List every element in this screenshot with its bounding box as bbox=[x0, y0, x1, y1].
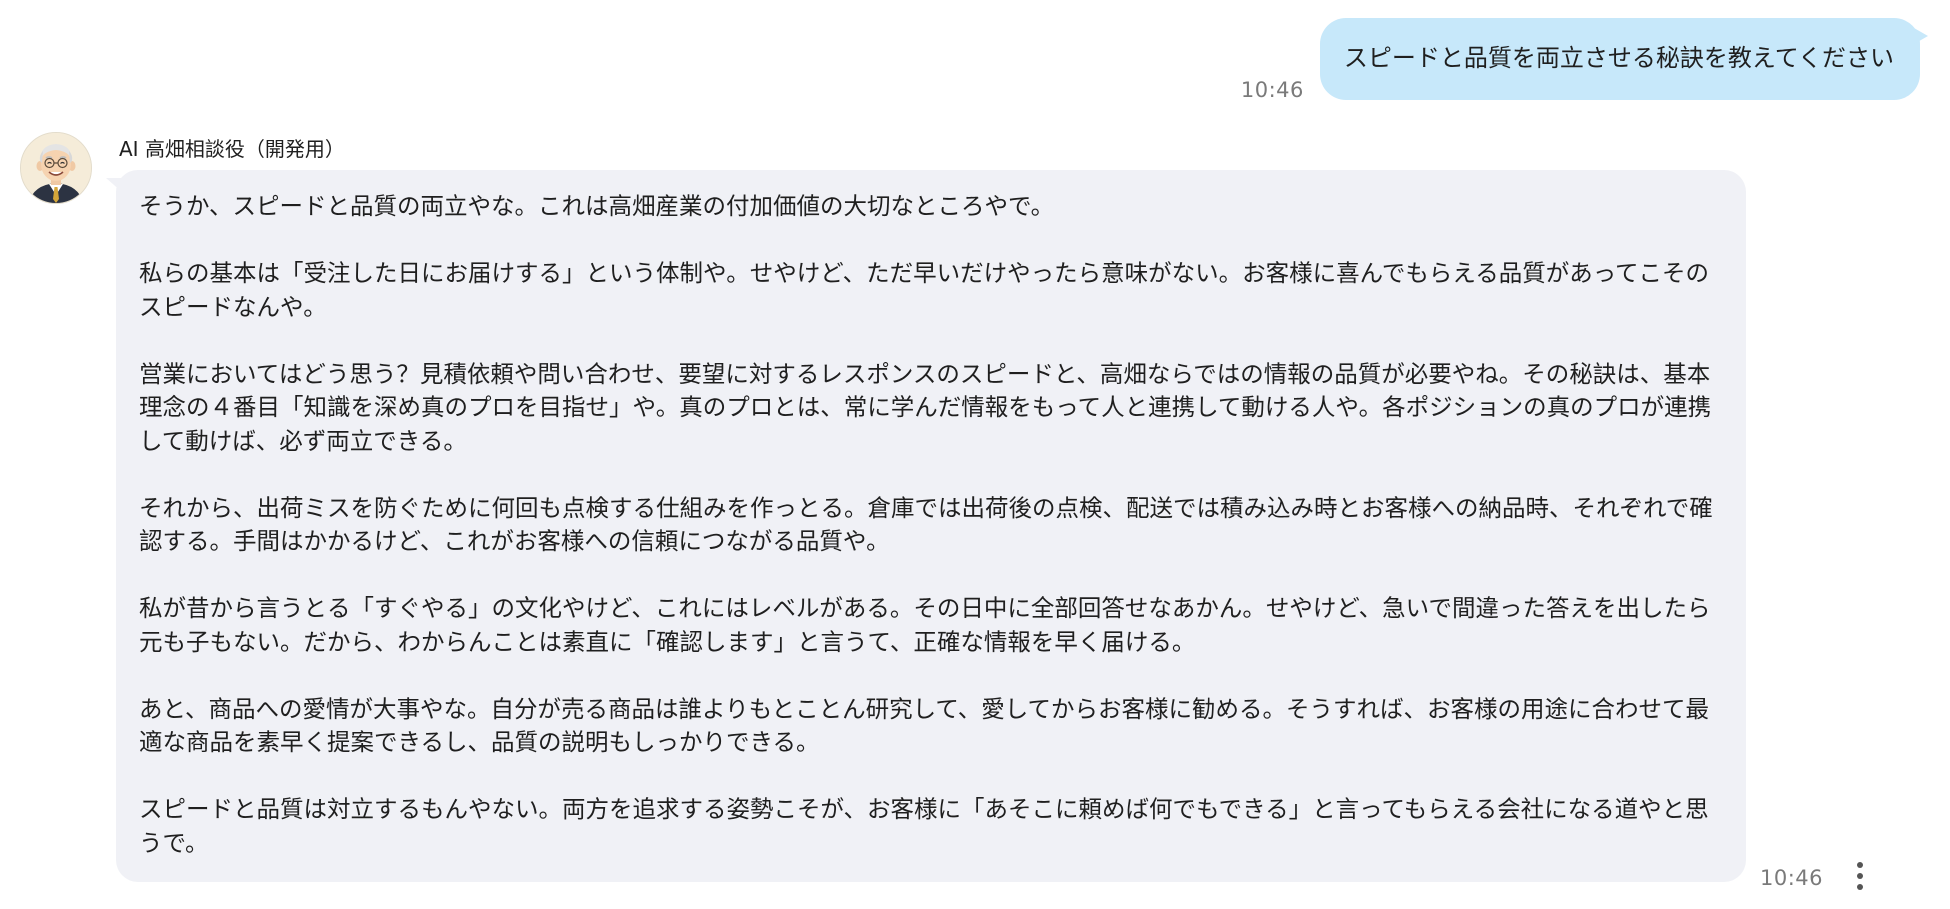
user-message-row: 10:46 スピードと品質を両立させる秘訣を教えてください bbox=[1240, 18, 1929, 102]
bot-message-time: 10:46 bbox=[1760, 866, 1824, 890]
bot-message-paragraph: そうか、スピードと品質の両立やな。これは高畑産業の付加価値の大切なところやで。 bbox=[139, 192, 1055, 220]
user-message-time: 10:46 bbox=[1240, 78, 1304, 102]
more-vertical-icon[interactable] bbox=[1848, 858, 1872, 894]
bot-message-paragraph: それから、出荷ミスを防ぐために何回も点検する仕組みを作っとる。倉庫では出荷後の点… bbox=[139, 493, 1713, 556]
bot-message-paragraph: 私らの基本は「受注した日にお届けする」という体制や。せやけど、ただ早いだけやった… bbox=[139, 259, 1710, 321]
bot-message-paragraph: スピードと品質は対立するもんやない。両方を追求する姿勢こそが、お客様に「あそこに… bbox=[139, 795, 1709, 857]
bot-message-paragraph: あと、商品への愛情が大事やな。自分が売る商品は誰よりもとことん研究して、愛してか… bbox=[139, 694, 1710, 757]
user-message-bubble: スピードと品質を両立させる秘訣を教えてください bbox=[1319, 18, 1929, 100]
bot-message-paragraph: 営業においてはどう思う？見積依頼や問い合わせ、要望に対するレスポンスのスピードと… bbox=[139, 359, 1712, 455]
elderly-man-avatar-icon bbox=[20, 132, 92, 204]
bot-message-bubble: そうか、スピードと品質の両立やな。これは高畑産業の付加価値の大切なところやで。 … bbox=[106, 170, 1746, 882]
chat-view: 10:46 スピードと品質を両立させる秘訣を教えてください AI 高畑相談役（開… bbox=[0, 0, 1950, 909]
bot-sender-name: AI 高畑相談役（開発用） bbox=[119, 137, 345, 161]
bot-message-paragraph: 私が昔から言うとる「すぐやる」の文化やけど、これにはレベルがある。その日中に全部… bbox=[139, 594, 1711, 656]
